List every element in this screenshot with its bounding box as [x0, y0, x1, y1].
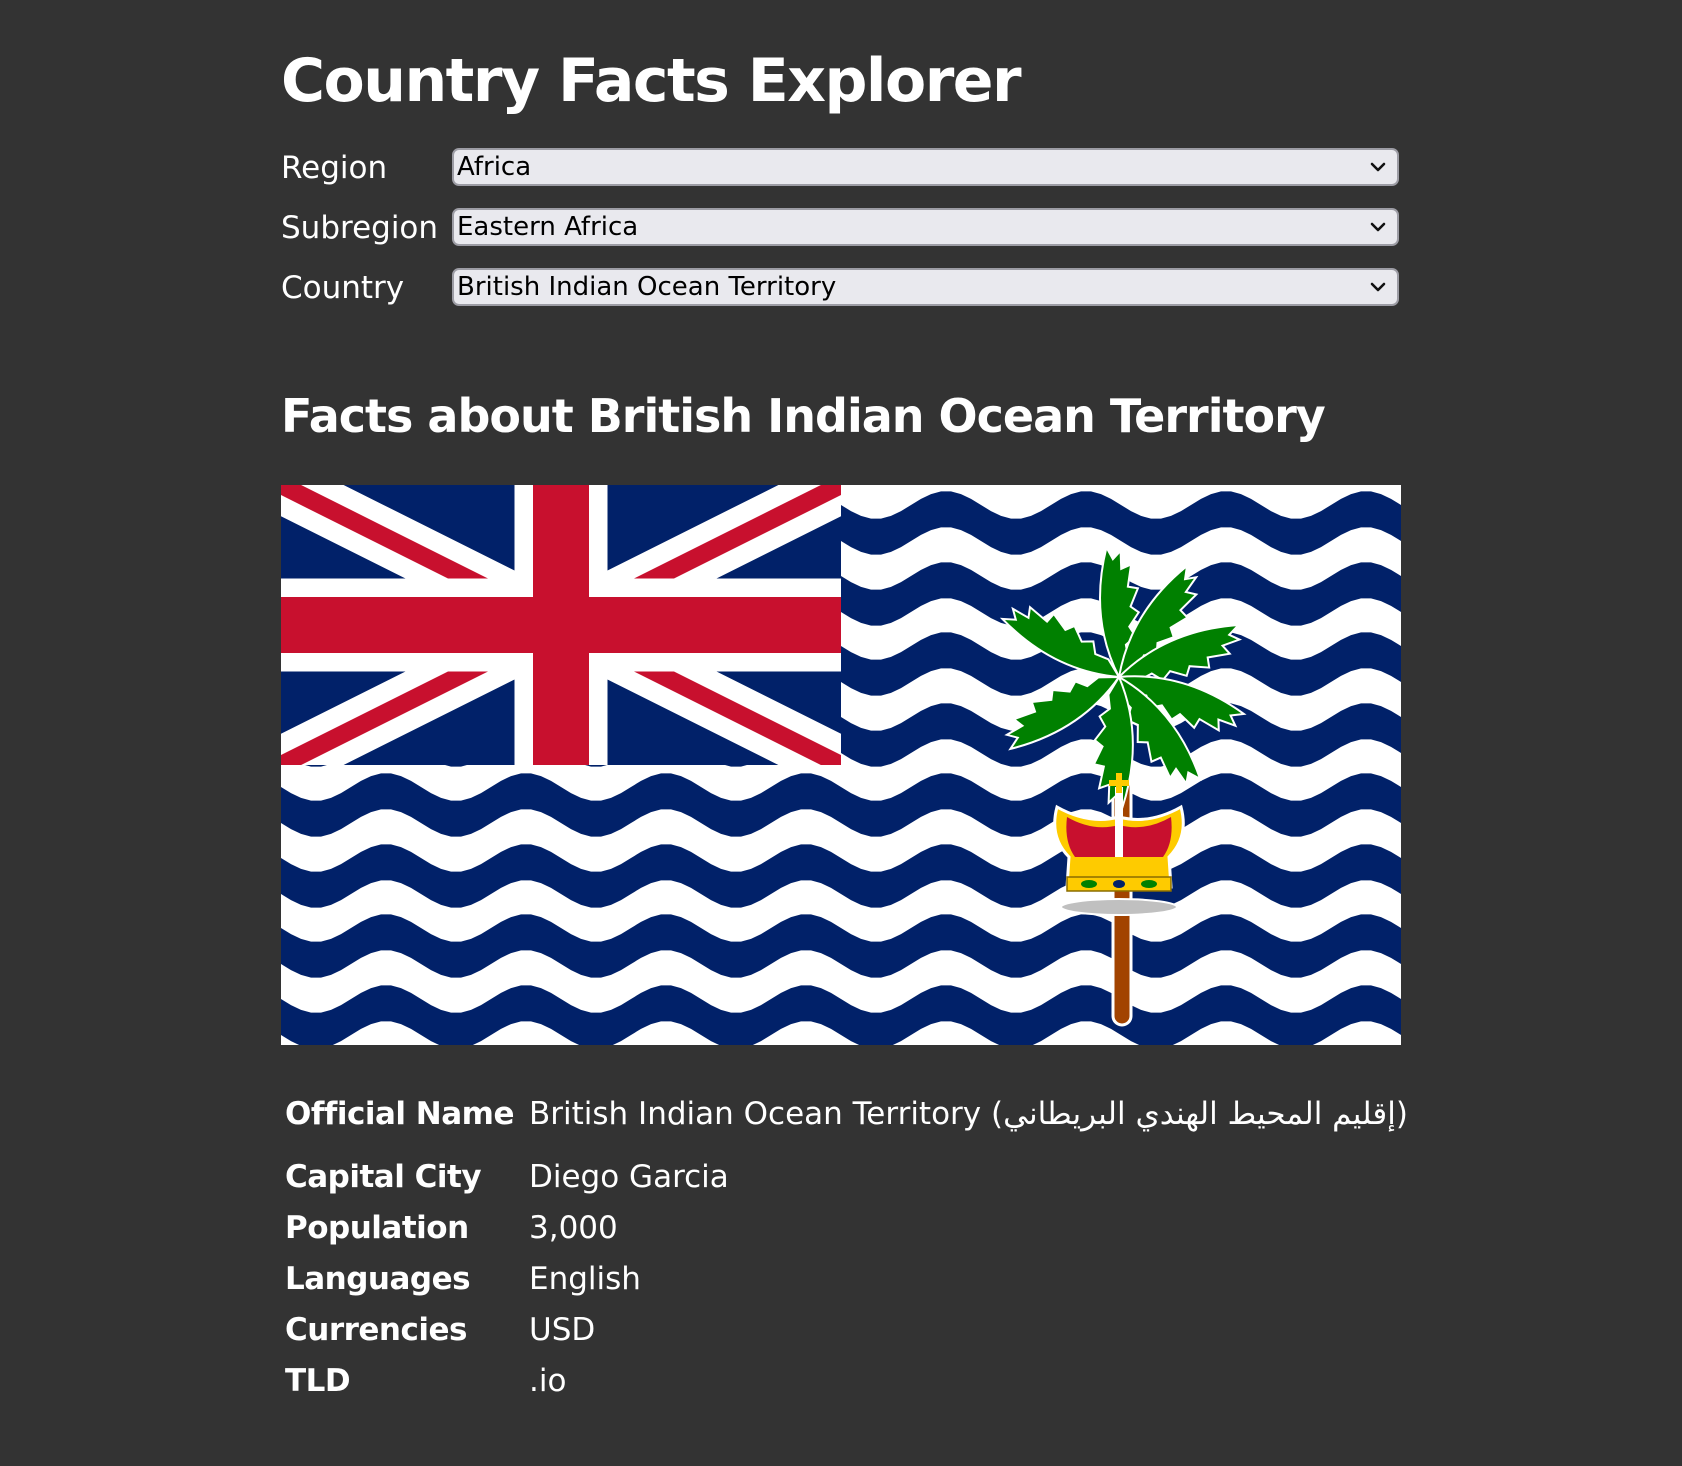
country-select[interactable]: British Indian Ocean Territory — [452, 268, 1399, 306]
fact-row-currencies: Currencies USD — [285, 1306, 1401, 1354]
chevron-down-icon — [1370, 222, 1386, 232]
fact-row-population: Population 3,000 — [285, 1204, 1401, 1252]
union-jack-canton — [281, 485, 841, 765]
fact-label: Languages — [285, 1261, 471, 1297]
fact-value: British Indian Ocean Territory (إقليم ال… — [529, 1096, 1408, 1132]
region-row: Region Africa — [281, 148, 1401, 188]
fact-row-official-name: Official Name British Indian Ocean Terri… — [285, 1090, 1408, 1138]
fact-value: USD — [529, 1312, 596, 1348]
fact-label: TLD — [285, 1363, 351, 1399]
region-label: Region — [281, 150, 388, 186]
subregion-select[interactable]: Eastern Africa — [452, 208, 1399, 246]
fact-value: .io — [529, 1363, 567, 1399]
fact-value: Diego Garcia — [529, 1159, 729, 1195]
subregion-select-value: Eastern Africa — [457, 212, 639, 242]
country-label: Country — [281, 270, 405, 306]
british-indian-ocean-territory-flag-image — [281, 485, 1401, 1045]
chevron-down-icon — [1370, 162, 1386, 172]
fact-label: Population — [285, 1210, 469, 1246]
page-title: Country Facts Explorer — [281, 46, 1022, 116]
chevron-down-icon — [1370, 282, 1386, 292]
region-select-value: Africa — [457, 152, 532, 182]
fact-label: Official Name — [285, 1096, 514, 1132]
fact-row-languages: Languages English — [285, 1255, 1401, 1303]
fact-label: Currencies — [285, 1312, 467, 1348]
fact-label: Capital City — [285, 1159, 482, 1195]
country-select-value: British Indian Ocean Territory — [457, 272, 837, 302]
fact-value: English — [529, 1261, 641, 1297]
region-select[interactable]: Africa — [452, 148, 1399, 186]
fact-value: 3,000 — [529, 1210, 618, 1246]
subregion-label: Subregion — [281, 210, 439, 246]
fact-row-capital-city: Capital City Diego Garcia — [285, 1153, 1401, 1201]
fact-row-tld: TLD .io — [285, 1357, 1401, 1405]
country-row: Country British Indian Ocean Territory — [281, 268, 1401, 308]
subregion-row: Subregion Eastern Africa — [281, 208, 1401, 248]
facts-heading: Facts about British Indian Ocean Territo… — [281, 389, 1326, 443]
